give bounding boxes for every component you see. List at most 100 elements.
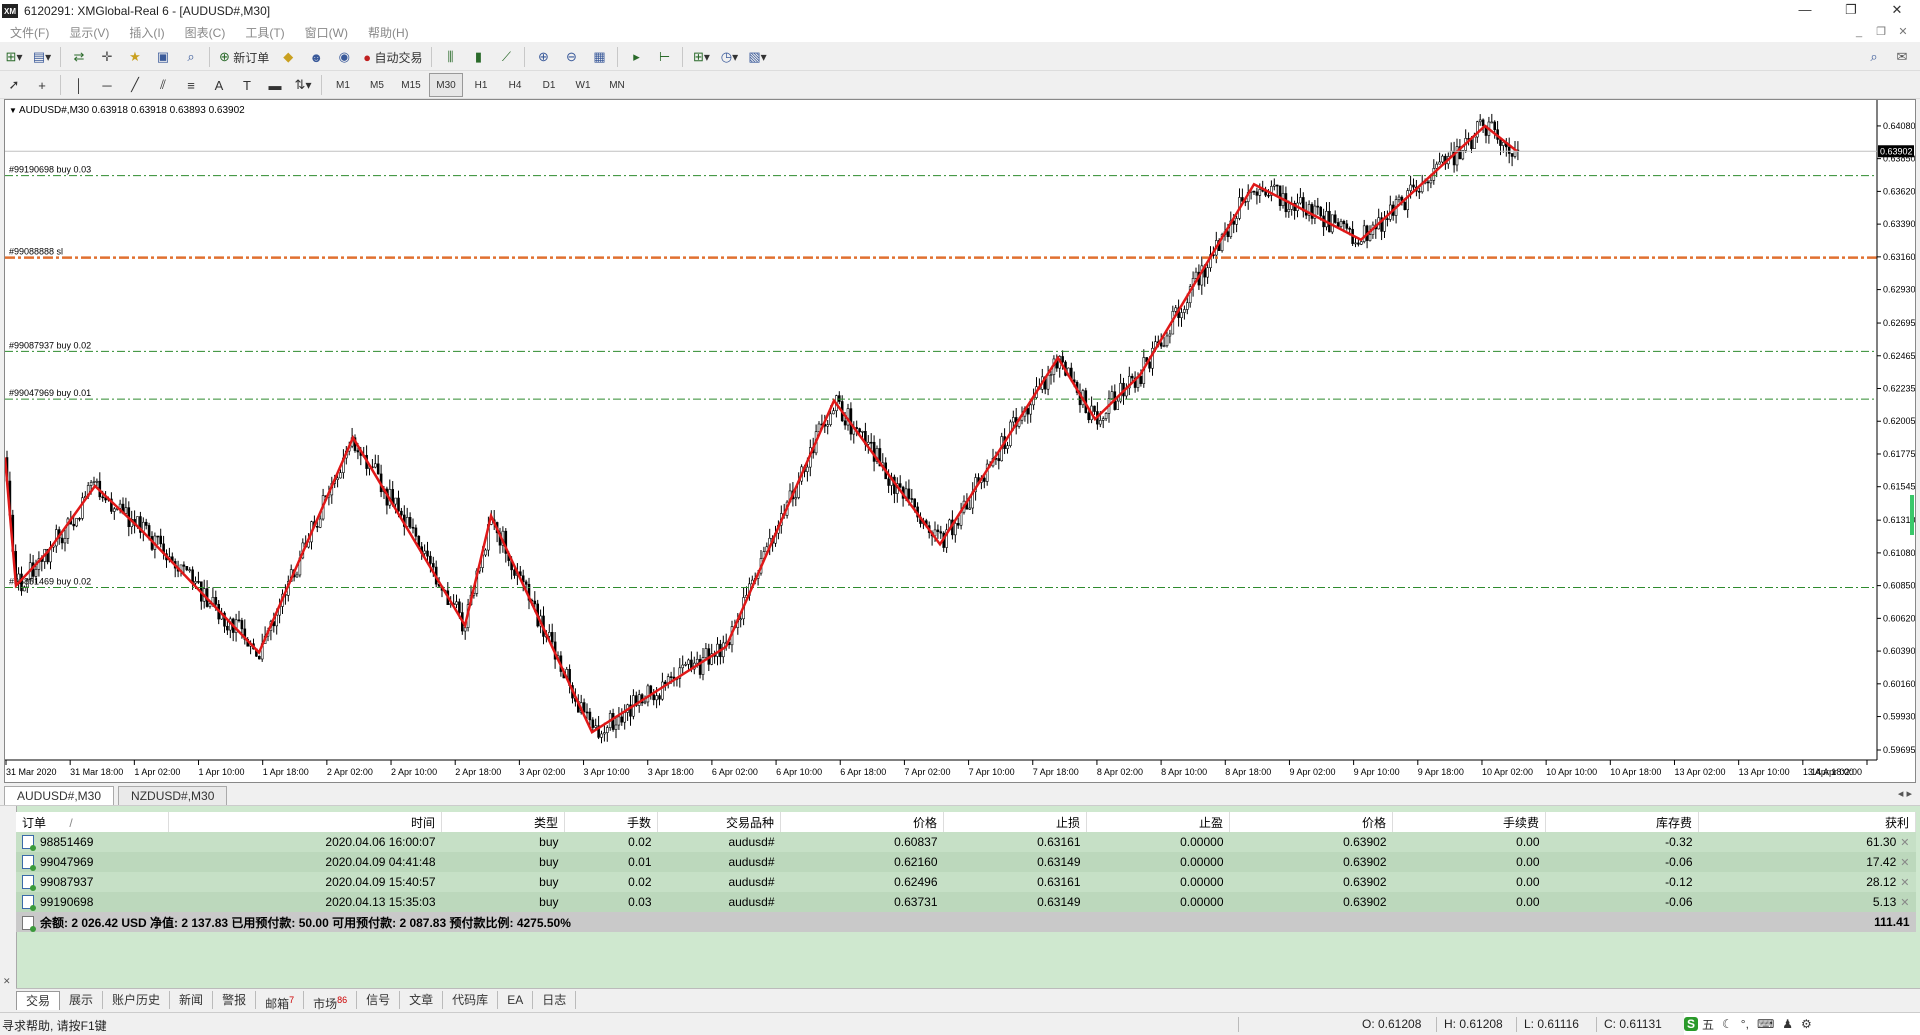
moon-icon[interactable]: ☾: [1718, 1017, 1737, 1031]
col-time[interactable]: 时间: [168, 812, 442, 832]
signals-icon[interactable]: ☻: [303, 46, 329, 68]
settings-icon[interactable]: ⚙: [1797, 1017, 1816, 1031]
timeframe-h4[interactable]: H4: [499, 74, 531, 96]
fibonacci-icon[interactable]: ≡: [178, 74, 204, 96]
new-order-button[interactable]: ⊕ 新订单: [215, 46, 273, 68]
close-order-icon[interactable]: ✕: [1900, 897, 1909, 909]
ime-logo-icon[interactable]: S: [1684, 1017, 1699, 1031]
channel-icon[interactable]: ⫽: [150, 74, 176, 96]
trendline-icon[interactable]: ╱: [122, 74, 148, 96]
search-icon[interactable]: ⌕: [1861, 46, 1887, 68]
terminal-close-icon[interactable]: ✕: [3, 976, 11, 987]
collapse-triangle-icon[interactable]: ▼: [9, 106, 17, 115]
zoom-out-icon[interactable]: ⊖: [558, 46, 584, 68]
timeframe-d1[interactable]: D1: [533, 74, 565, 96]
periods-icon[interactable]: ◷ ▾: [716, 46, 742, 68]
terminal-tab[interactable]: 日志: [533, 991, 577, 1009]
menu-insert[interactable]: 插入(I): [119, 24, 174, 41]
close-order-icon[interactable]: ✕: [1900, 877, 1909, 889]
terminal-tab[interactable]: 信号: [357, 991, 401, 1009]
market-watch-icon[interactable]: ⇄: [66, 46, 92, 68]
navigator-icon[interactable]: ★: [122, 46, 148, 68]
timeframe-m5[interactable]: M5: [361, 74, 393, 96]
text-label-icon[interactable]: T: [234, 74, 260, 96]
vps-icon[interactable]: ◉: [331, 46, 357, 68]
terminal-tab[interactable]: EA: [498, 991, 534, 1009]
keyboard-icon[interactable]: ⌨: [1753, 1017, 1778, 1031]
timeframe-m15[interactable]: M15: [395, 74, 427, 96]
price-chart[interactable]: #99190698 buy 0.03 #99087937 buy 0.02 #990…: [4, 99, 1916, 783]
restore-button[interactable]: ❐: [1828, 0, 1874, 22]
new-chart-icon[interactable]: ⊞ ▾: [1, 46, 27, 68]
child-minimize-button[interactable]: _: [1848, 22, 1870, 42]
close-order-icon[interactable]: ✕: [1900, 837, 1909, 849]
chart-shift-icon[interactable]: ⊢: [651, 46, 677, 68]
order-row[interactable]: 99047969 2020.04.09 04:41:48 buy 0.01 audusd…: [16, 852, 1916, 872]
col-tp[interactable]: 止盈: [1086, 812, 1230, 832]
terminal-icon[interactable]: ▣: [150, 46, 176, 68]
tab-scroll-arrows-icon[interactable]: ◂ ▸: [1898, 787, 1912, 800]
terminal-tab[interactable]: 账户历史: [103, 991, 171, 1009]
terminal-tab[interactable]: 代码库: [443, 991, 499, 1009]
metaeditor-icon[interactable]: ◆: [275, 46, 301, 68]
chart-canvas[interactable]: #99190698 buy 0.03 #99087937 buy 0.02 #990…: [5, 100, 1915, 782]
text-tool-icon[interactable]: A: [206, 74, 232, 96]
terminal-tab[interactable]: 邮箱7: [256, 991, 305, 1011]
timeframe-mn[interactable]: MN: [601, 74, 633, 96]
order-row[interactable]: 98851469 2020.04.06 16:00:07 buy 0.02 audusd…: [16, 832, 1916, 852]
terminal-tab[interactable]: 新闻: [170, 991, 214, 1009]
terminal-tab[interactable]: 警报: [213, 991, 257, 1009]
chart-tab-audusd[interactable]: AUDUSD#,M30: [4, 786, 115, 805]
arrows-icon[interactable]: ⇅ ▾: [290, 74, 316, 96]
line-chart-icon[interactable]: ⟋: [493, 46, 519, 68]
terminal-side-bar[interactable]: ✕: [0, 806, 17, 988]
child-restore-button[interactable]: ❐: [1870, 22, 1892, 42]
scale-slider[interactable]: [1910, 495, 1914, 535]
order-row[interactable]: 99087937 2020.04.09 15:40:57 buy 0.02 audusd…: [16, 872, 1916, 892]
menu-tools[interactable]: 工具(T): [235, 24, 294, 41]
timeframe-m30[interactable]: M30: [429, 73, 463, 97]
horizontal-line-icon[interactable]: ─: [94, 74, 120, 96]
ime-five-icon[interactable]: 五: [1698, 1016, 1718, 1033]
chat-icon[interactable]: ✉: [1889, 46, 1915, 68]
child-close-button[interactable]: ✕: [1892, 22, 1914, 42]
menu-window[interactable]: 窗口(W): [295, 24, 358, 41]
data-window-icon[interactable]: ✛: [94, 46, 120, 68]
vertical-line-icon[interactable]: │: [66, 74, 92, 96]
user-icon[interactable]: ♟: [1778, 1017, 1797, 1031]
auto-scroll-icon[interactable]: ▸: [623, 46, 649, 68]
col-swap[interactable]: 库存费: [1545, 812, 1699, 832]
cursor-icon[interactable]: ➚: [1, 74, 27, 96]
menu-help[interactable]: 帮助(H): [358, 24, 419, 41]
menu-charts[interactable]: 图表(C): [175, 24, 236, 41]
indicators-icon[interactable]: ⊞ ▾: [688, 46, 714, 68]
col-lots[interactable]: 手数: [564, 812, 658, 832]
col-order[interactable]: 订单 /: [16, 812, 169, 832]
terminal-tab[interactable]: 市场86: [304, 991, 358, 1011]
templates-icon[interactable]: ▧ ▾: [744, 46, 770, 68]
punctuation-icon[interactable]: °,: [1737, 1017, 1753, 1031]
order-row[interactable]: 99190698 2020.04.13 15:35:03 buy 0.03 audusd…: [16, 892, 1916, 912]
col-symbol[interactable]: 交易品种: [657, 812, 781, 832]
terminal-tab[interactable]: 展示: [60, 991, 104, 1009]
close-order-icon[interactable]: ✕: [1900, 857, 1909, 869]
chart-tab-nzdusd[interactable]: NZDUSD#,M30: [118, 786, 228, 805]
col-type[interactable]: 类型: [441, 812, 565, 832]
timeframe-m1[interactable]: M1: [327, 74, 359, 96]
crosshair-icon[interactable]: +: [29, 74, 55, 96]
tester-icon[interactable]: ⌕: [178, 46, 204, 68]
timeframe-w1[interactable]: W1: [567, 74, 599, 96]
menu-view[interactable]: 显示(V): [59, 24, 119, 41]
zoom-in-icon[interactable]: ⊕: [530, 46, 556, 68]
candlestick-icon[interactable]: ▮: [465, 46, 491, 68]
tile-windows-icon[interactable]: ▦: [586, 46, 612, 68]
close-button[interactable]: ✕: [1874, 0, 1920, 22]
minimize-button[interactable]: —: [1782, 0, 1828, 22]
rectangle-icon[interactable]: ▬: [262, 74, 288, 96]
col-commission[interactable]: 手续费: [1392, 812, 1546, 832]
col-price[interactable]: 价格: [1229, 812, 1393, 832]
terminal-tab[interactable]: 文章: [400, 991, 444, 1009]
col-sl[interactable]: 止损: [943, 812, 1087, 832]
profiles-icon[interactable]: ▤ ▾: [29, 46, 55, 68]
bar-chart-icon[interactable]: ⫼: [437, 46, 463, 68]
